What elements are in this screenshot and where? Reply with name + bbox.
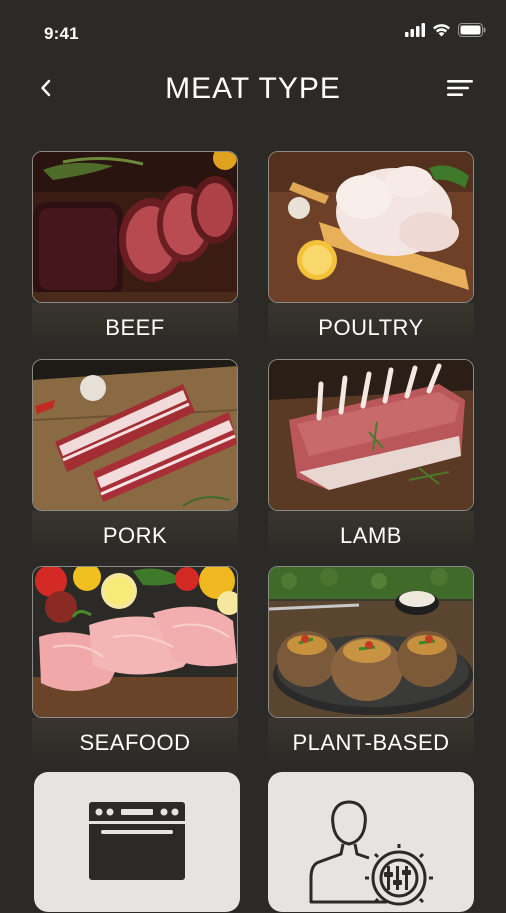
category-label: PORK — [102, 523, 168, 548]
page-title: MEAT TYPE — [165, 72, 341, 105]
poultry-image — [268, 151, 474, 303]
signal-icon — [405, 22, 425, 42]
wifi-icon — [432, 23, 451, 42]
pork-image — [32, 359, 238, 511]
category-card-lamb[interactable]: LAMB — [268, 359, 474, 557]
category-label: BEEF — [105, 315, 165, 340]
category-label: SEAFOOD — [79, 730, 191, 755]
menu-lines-icon — [446, 78, 474, 103]
lamb-image — [268, 359, 474, 511]
category-label: PLANT-BASED — [292, 730, 450, 755]
header: MEAT TYPE — [0, 64, 506, 116]
oven-icon — [87, 796, 187, 912]
menu-button[interactable] — [444, 76, 476, 104]
status-time: 9:41 — [44, 24, 79, 43]
category-card-plant-based[interactable]: PLANT-BASED — [268, 566, 474, 764]
category-card-seafood[interactable]: SEAFOOD — [32, 566, 238, 764]
battery-icon — [458, 22, 486, 42]
seafood-image — [32, 566, 238, 718]
status-bar: 9:41 — [0, 0, 506, 64]
oven-card[interactable] — [34, 772, 240, 912]
category-card-beef[interactable]: BEEF — [32, 151, 238, 349]
beef-image — [32, 151, 238, 303]
user-settings-card[interactable] — [268, 772, 474, 912]
category-card-poultry[interactable]: POULTRY — [268, 151, 474, 349]
plant-based-image — [268, 566, 474, 718]
category-label: LAMB — [340, 523, 402, 548]
status-icons — [405, 22, 486, 42]
category-card-pork[interactable]: PORK — [32, 359, 238, 557]
category-label: POULTRY — [318, 315, 424, 340]
user-settings-icon — [307, 796, 435, 912]
